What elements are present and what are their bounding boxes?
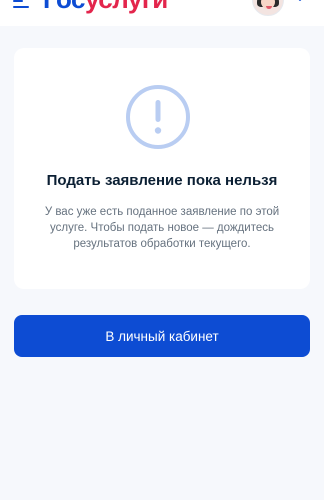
info-card: Подать заявление пока нельзя У вас уже е…	[14, 48, 310, 289]
page: Госуслуги Подать заявление пока нельзя У…	[0, 0, 324, 500]
chevron-down-icon[interactable]	[294, 0, 306, 4]
personal-account-button[interactable]: В личный кабинет	[14, 315, 310, 357]
menu-icon[interactable]	[13, 0, 31, 14]
logo[interactable]: Госуслуги	[43, 0, 168, 14]
exclamation-circle-icon	[126, 85, 190, 149]
avatar-mouth	[266, 6, 272, 9]
logo-uslugi: услуги	[85, 0, 168, 14]
card-description: У вас уже есть поданное заявление по это…	[44, 206, 280, 250]
logo-gos: Гос	[43, 0, 85, 14]
card-title: Подать заявление пока нельзя	[46, 172, 278, 189]
header: Госуслуги	[0, 0, 324, 26]
avatar[interactable]	[252, 0, 284, 16]
